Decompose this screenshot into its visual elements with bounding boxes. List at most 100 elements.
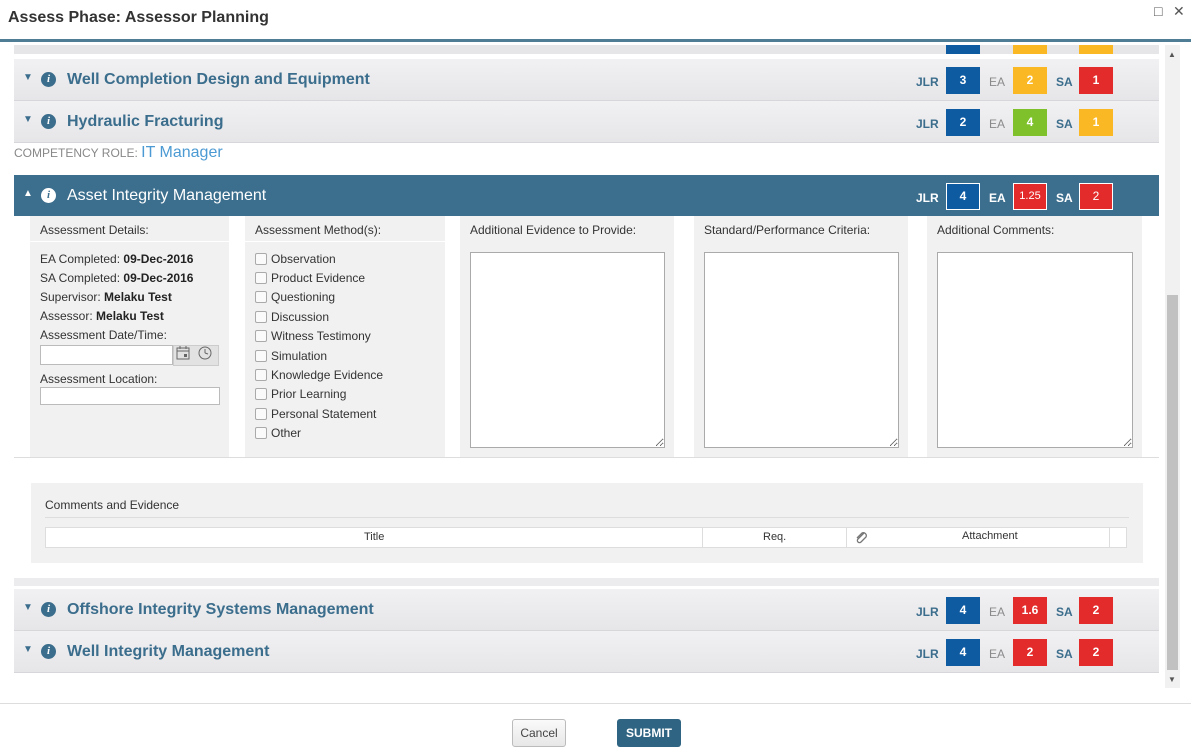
section-offshore-integrity[interactable]: ▼ i Offshore Integrity Systems Managemen… <box>14 589 1159 631</box>
checkbox[interactable] <box>255 311 267 323</box>
method-discussion[interactable]: Discussion <box>255 310 329 324</box>
sa-badge: 2 <box>1079 639 1113 666</box>
close-icon[interactable]: ✕ <box>1173 3 1185 20</box>
checkbox[interactable] <box>255 330 267 342</box>
assessment-methods-heading: Assessment Method(s): <box>255 223 382 237</box>
maximize-icon[interactable]: □ <box>1154 3 1162 19</box>
vertical-scrollbar[interactable]: ▲ ▼ <box>1165 45 1180 688</box>
assessment-location-input[interactable] <box>40 387 220 405</box>
additional-evidence-heading: Additional Evidence to Provide: <box>470 223 637 237</box>
method-prior-learning[interactable]: Prior Learning <box>255 387 346 401</box>
scroll-up-icon[interactable]: ▲ <box>1168 50 1176 59</box>
expand-caret-icon[interactable]: ▼ <box>23 644 33 655</box>
ea-completed-value: 09-Dec-2016 <box>123 252 194 266</box>
column-title[interactable]: Title <box>364 531 384 543</box>
calendar-icon[interactable] <box>176 346 190 363</box>
method-witness-testimony[interactable]: Witness Testimony <box>255 329 371 343</box>
expand-caret-icon[interactable]: ▼ <box>23 602 33 613</box>
column-divider <box>245 241 445 242</box>
additional-comments-heading: Additional Comments: <box>937 223 1055 237</box>
scroll-down-icon[interactable]: ▼ <box>1168 675 1176 684</box>
comments-evidence-box: Comments and Evidence Title Req. Attachm… <box>31 483 1143 563</box>
section-title: Offshore Integrity Systems Management <box>67 601 374 618</box>
section-well-integrity[interactable]: ▼ i Well Integrity Management JLR 4 EA 2… <box>14 631 1159 673</box>
ea-completed: EA Completed: 09-Dec-2016 <box>40 252 193 266</box>
supervisor-value: Melaku Test <box>104 290 172 304</box>
column-req[interactable]: Req. <box>763 531 786 543</box>
checkbox[interactable] <box>255 253 267 265</box>
competency-role-label: COMPETENCY ROLE: <box>14 146 138 160</box>
info-icon[interactable]: i <box>41 188 56 203</box>
method-label: Product Evidence <box>271 271 366 285</box>
section-hydraulic-fracturing[interactable]: ▼ i Hydraulic Fracturing JLR 2 EA 4 SA 1 <box>14 101 1159 143</box>
sa-label: SA <box>1056 191 1073 205</box>
expand-caret-icon[interactable]: ▼ <box>23 114 33 125</box>
jlr-badge: 3 <box>946 67 980 94</box>
jlr-label: JLR <box>916 75 939 89</box>
comments-evidence-table-header: Title Req. Attachment <box>45 527 1127 548</box>
sa-label: SA <box>1056 75 1073 89</box>
assessment-location-label: Assessment Location: <box>40 372 158 386</box>
ea-badge: 1.25 <box>1013 183 1047 210</box>
column-divider <box>30 241 229 242</box>
dialog-title: Assess Phase: Assessor Planning <box>8 9 269 26</box>
info-icon[interactable]: i <box>41 114 56 129</box>
ea-label: EA <box>989 75 1006 89</box>
ea-badge: 2 <box>1013 639 1047 666</box>
method-product-evidence[interactable]: Product Evidence <box>255 271 365 285</box>
checkbox[interactable] <box>255 291 267 303</box>
competency-role: COMPETENCY ROLE: IT Manager <box>14 144 223 162</box>
assessment-date-input[interactable] <box>40 345 173 365</box>
jlr-label: JLR <box>916 605 939 619</box>
scrollbar-thumb[interactable] <box>1167 295 1178 670</box>
method-knowledge-evidence[interactable]: Knowledge Evidence <box>255 368 383 382</box>
method-questioning[interactable]: Questioning <box>255 290 335 304</box>
criteria-textarea[interactable] <box>704 252 899 448</box>
method-personal-statement[interactable]: Personal Statement <box>255 407 376 421</box>
method-label: Other <box>271 426 302 440</box>
method-other[interactable]: Other <box>255 426 301 440</box>
assessor-value: Melaku Test <box>96 309 164 323</box>
method-label: Witness Testimony <box>271 329 371 343</box>
checkbox[interactable] <box>255 272 267 284</box>
checkbox[interactable] <box>255 388 267 400</box>
collapse-caret-icon[interactable]: ▲ <box>23 188 33 199</box>
method-observation[interactable]: Observation <box>255 252 336 266</box>
additional-evidence-column: Additional Evidence to Provide: <box>460 216 674 457</box>
previous-ea-badge <box>1013 45 1047 54</box>
assessor: Assessor: Melaku Test <box>40 309 164 323</box>
section-title: Hydraulic Fracturing <box>67 113 224 130</box>
checkbox[interactable] <box>255 408 267 420</box>
jlr-badge: 4 <box>946 639 980 666</box>
method-label: Observation <box>271 252 336 266</box>
method-label: Simulation <box>271 349 328 363</box>
section-asset-integrity[interactable]: ▲ i Asset Integrity Management JLR 4 EA … <box>14 175 1159 217</box>
ea-label: EA <box>989 647 1006 661</box>
checkbox[interactable] <box>255 427 267 439</box>
method-label: Knowledge Evidence <box>271 368 384 382</box>
column-divider <box>1109 528 1110 547</box>
info-icon[interactable]: i <box>41 602 56 617</box>
section-title: Well Integrity Management <box>67 643 270 660</box>
jlr-label: JLR <box>916 647 939 661</box>
additional-comments-textarea[interactable] <box>937 252 1133 448</box>
assessment-methods-column: Assessment Method(s): Observation Produc… <box>245 216 445 457</box>
expand-caret-icon[interactable]: ▼ <box>23 72 33 83</box>
checkbox[interactable] <box>255 369 267 381</box>
method-simulation[interactable]: Simulation <box>255 349 327 363</box>
column-attachment[interactable]: Attachment <box>962 530 1018 542</box>
submit-button[interactable]: SUBMIT <box>617 719 681 747</box>
section-well-completion[interactable]: ▼ i Well Completion Design and Equipment… <box>14 59 1159 101</box>
info-icon[interactable]: i <box>41 72 56 87</box>
sa-badge: 1 <box>1079 67 1113 94</box>
additional-comments-column: Additional Comments: <box>927 216 1142 457</box>
additional-evidence-textarea[interactable] <box>470 252 665 448</box>
clock-icon[interactable] <box>198 346 212 363</box>
jlr-label: JLR <box>916 191 939 205</box>
section-title: Asset Integrity Management <box>67 187 267 204</box>
cancel-button[interactable]: Cancel <box>512 719 566 747</box>
previous-jlr-badge <box>946 45 980 54</box>
info-icon[interactable]: i <box>41 644 56 659</box>
checkbox[interactable] <box>255 350 267 362</box>
assessment-date-label: Assessment Date/Time: <box>40 328 167 342</box>
